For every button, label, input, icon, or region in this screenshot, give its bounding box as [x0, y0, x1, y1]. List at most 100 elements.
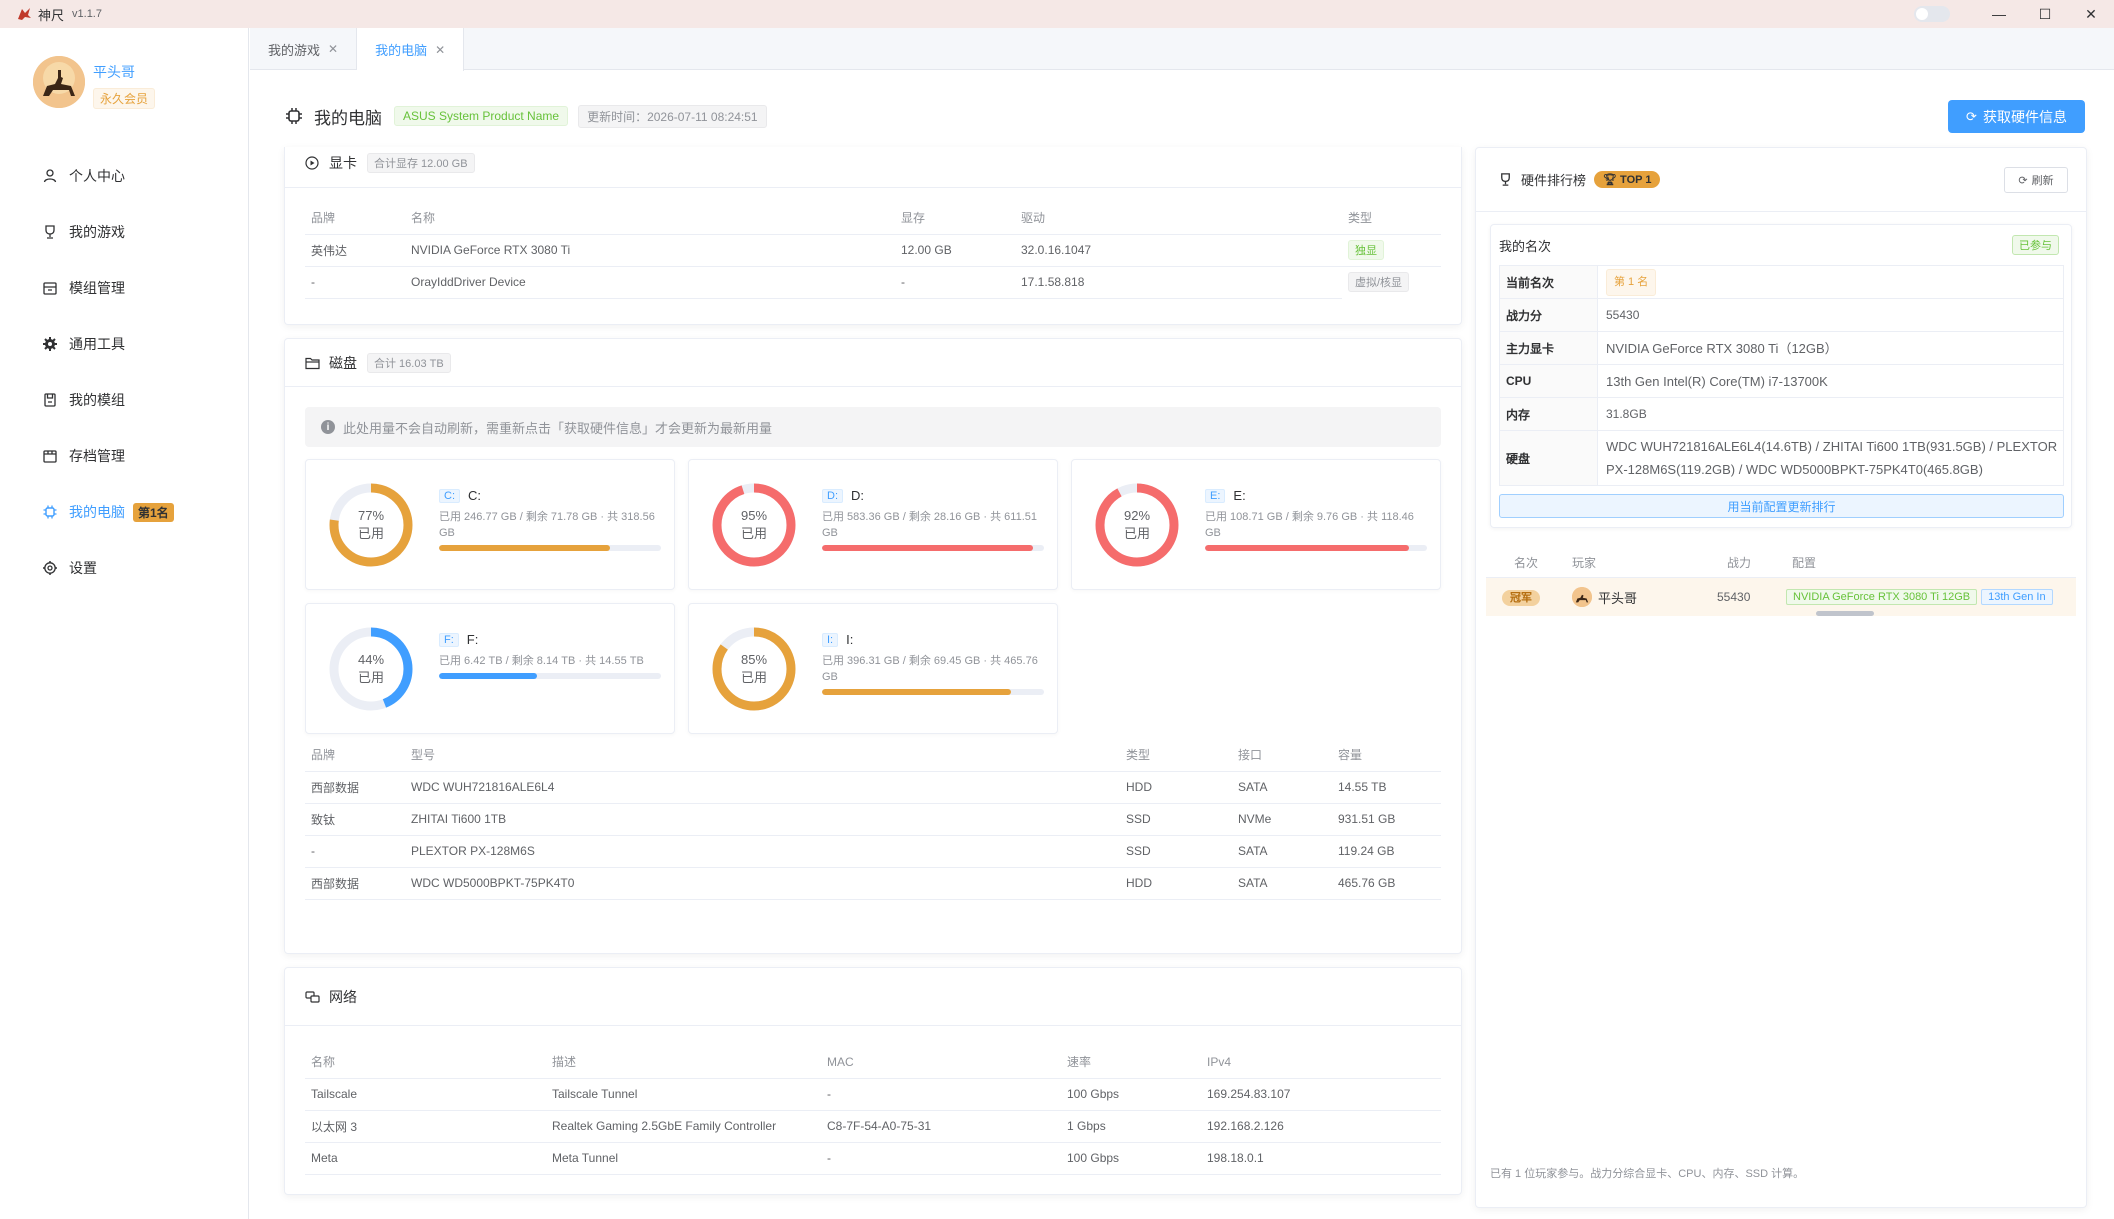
- network-icon: [305, 989, 321, 1005]
- close-window-button[interactable]: ✕: [2068, 0, 2114, 28]
- nic-ipv4: 192.168.2.126: [1201, 1110, 1441, 1143]
- nic-mac: C8-7F-54-A0-75-31: [821, 1110, 1061, 1143]
- archive-icon: [41, 447, 59, 465]
- network-table: 名称 描述 MAC 速率 IPv4 Tailscale Tailscale Tu…: [305, 1046, 1441, 1175]
- nic-name: Tailscale: [305, 1078, 546, 1111]
- drive-card: 95% 已用 D: D: 已用 583.36 GB / 剩余 28.16 GB ·…: [688, 459, 1058, 590]
- horizontal-scrollbar[interactable]: [1816, 611, 1874, 616]
- drive-card: 44% 已用 F: F: 已用 6.42 TB / 剩余 8.14 TB · 共 …: [305, 603, 675, 734]
- disk-capacity: 931.51 GB: [1332, 803, 1441, 836]
- user-profile[interactable]: 平头哥 永久会员: [33, 56, 156, 109]
- usage-bar: [1205, 545, 1427, 551]
- table-row: 战力分 55430: [1499, 298, 2064, 332]
- username[interactable]: 平头哥: [93, 62, 155, 82]
- config-gpu-tag: NVIDIA GeForce RTX 3080 Ti 12GB: [1786, 589, 1978, 605]
- nic-description: Realtek Gaming 2.5GbE Family Controller: [546, 1110, 821, 1143]
- sidebar-item-games[interactable]: 我的游戏: [0, 204, 249, 260]
- disk-brand: 西部数据: [305, 771, 405, 804]
- sidebar-item-mod-management[interactable]: 模组管理: [0, 260, 249, 316]
- usage-used-label: 已用: [740, 526, 767, 541]
- top-rank-label: TOP 1: [1620, 174, 1652, 186]
- drive-usage-text: 已用 6.42 TB / 剩余 8.14 TB · 共 14.55 TB: [439, 655, 644, 667]
- usage-notice: i 此处用量不会自动刷新，需重新点击「获取硬件信息」才会更新为最新用量: [305, 407, 1441, 447]
- page-title: 我的电脑: [314, 108, 382, 128]
- table-row: - PLEXTOR PX-128M6S SSD SATA 119.24 GB: [305, 835, 1441, 868]
- tab-my-computer[interactable]: 我的电脑 ✕: [357, 28, 465, 71]
- gpu-type-tag: 虚拟/核显: [1348, 272, 1410, 293]
- maximize-button[interactable]: ☐: [2022, 0, 2068, 28]
- disk-brand: -: [305, 835, 405, 868]
- leaderboard-row[interactable]: 冠军 平头哥 55430 NVIDIA GeForce RTX 3080 Ti …: [1486, 578, 2076, 616]
- table-row: CPU 13th Gen Intel(R) Core(TM) i7-13700K: [1499, 364, 2064, 398]
- disk-type: SSD: [1120, 803, 1232, 836]
- sidebar-item-my-computer[interactable]: 我的电脑 第1名: [0, 484, 249, 540]
- usage-bar-fill: [1205, 545, 1410, 551]
- sidebar-item-label: 通用工具: [69, 336, 125, 352]
- refresh-ranking-button[interactable]: ⟳ 刷新: [2004, 167, 2068, 193]
- disk-type: HDD: [1120, 771, 1232, 804]
- disk-capacity: 14.55 TB: [1332, 771, 1441, 804]
- sidebar-item-label: 我的游戏: [69, 224, 125, 240]
- cpu-value: 13th Gen Intel(R) Core(TM) i7-13700K: [1597, 364, 2064, 398]
- drive-card: 85% 已用 I: I: 已用 396.31 GB / 剩余 69.45 GB ·…: [688, 603, 1058, 734]
- close-icon[interactable]: ✕: [328, 42, 338, 56]
- rank-badge: 第1名: [133, 502, 174, 522]
- ranking-header: 硬件排行榜 🏆︎ TOP 1 ⟳ 刷新: [1476, 148, 2086, 212]
- usage-used-label: 已用: [740, 670, 767, 685]
- settings-icon: [41, 559, 59, 577]
- score-value: 55430: [1597, 298, 2064, 332]
- sidebar-item-saves[interactable]: 存档管理: [0, 428, 249, 484]
- info-icon: i: [321, 420, 335, 434]
- disk-interface: NVMe: [1232, 803, 1332, 836]
- sidebar: 平头哥 永久会员 个人中心 我的游戏 模组管理 通用工具 我的模组 存档管理 我…: [0, 28, 249, 1219]
- disk-card: 磁盘 合计 16.03 TB i 此处用量不会自动刷新，需重新点击「获取硬件信息…: [284, 338, 1462, 954]
- disks-value: WDC WUH721816ALE6L4(14.6TB) / ZHITAI Ti6…: [1597, 430, 2064, 486]
- my-rank-card: 我的名次 已参与 当前名次 第 1 名 战力分 55430 主力显卡 NVIDI…: [1490, 224, 2072, 528]
- sidebar-item-my-mods[interactable]: 我的模组: [0, 372, 249, 428]
- theme-toggle[interactable]: [1914, 6, 1950, 22]
- tab-bar: 我的游戏 ✕ 我的电脑 ✕: [250, 28, 2114, 71]
- sidebar-item-tools[interactable]: 通用工具: [0, 316, 249, 372]
- table-row: - OrayIddDriver Device - 17.1.58.818 虚拟/…: [305, 266, 1441, 299]
- gpu-icon: [305, 155, 321, 171]
- column-header: 类型: [1120, 739, 1232, 772]
- gpu-card-header: 显卡 合计显存 12.00 GB: [285, 151, 1461, 175]
- disk-capacity: 119.24 GB: [1332, 835, 1441, 868]
- close-icon[interactable]: ✕: [435, 43, 445, 57]
- package-icon: [41, 279, 59, 297]
- column-header: 容量: [1332, 739, 1441, 772]
- sidebar-item-settings[interactable]: 设置: [0, 540, 249, 596]
- tab-my-games[interactable]: 我的游戏 ✕: [250, 28, 358, 70]
- leaderboard-header: 名次 玩家 战力 配置: [1486, 548, 2076, 578]
- column-header: 名称: [405, 202, 895, 235]
- field-label: CPU: [1499, 364, 1598, 398]
- table-row: 英伟达 NVIDIA GeForce RTX 3080 Ti 12.00 GB …: [305, 234, 1441, 267]
- disk-model: ZHITAI Ti600 1TB: [405, 803, 1120, 836]
- fetch-hardware-button[interactable]: ⟳ 获取硬件信息: [1948, 100, 2085, 133]
- drive-letter: E:: [1205, 488, 1226, 503]
- tab-label: 我的电脑: [375, 43, 428, 58]
- player-score: 55430: [1717, 590, 1751, 604]
- my-rank-title: 我的名次: [1499, 238, 1552, 254]
- minimize-button[interactable]: —: [1976, 0, 2022, 28]
- field-label: 内存: [1499, 397, 1598, 431]
- nic-mac: -: [821, 1142, 1061, 1175]
- disk-model: WDC WUH721816ALE6L4: [405, 771, 1120, 804]
- leaderboard: 名次 玩家 战力 配置 冠军 平头哥 55430 NVIDIA GeForce …: [1486, 548, 2076, 616]
- gpu-vram: -: [895, 266, 1015, 299]
- avatar[interactable]: [33, 56, 85, 108]
- column-header: 类型: [1342, 202, 1441, 235]
- drive-name: D:: [851, 488, 864, 503]
- field-label: 主力显卡: [1499, 331, 1598, 365]
- table-row: 主力显卡 NVIDIA GeForce RTX 3080 Ti（12GB）: [1499, 331, 2064, 365]
- sidebar-item-label: 存档管理: [69, 448, 125, 464]
- disk-type: SSD: [1120, 835, 1232, 868]
- membership-tag: 永久会员: [93, 88, 156, 109]
- disk-model: WDC WD5000BPKT-75PK4T0: [405, 867, 1120, 900]
- my-rank-table: 当前名次 第 1 名 战力分 55430 主力显卡 NVIDIA GeForce…: [1499, 265, 2064, 486]
- update-ranking-button[interactable]: 用当前配置更新排行: [1499, 494, 2064, 518]
- drive-card: 77% 已用 C: C: 已用 246.77 GB / 剩余 71.78 GB ·…: [305, 459, 675, 590]
- sidebar-item-profile[interactable]: 个人中心: [0, 148, 249, 204]
- usage-used-label: 已用: [1123, 526, 1150, 541]
- nic-name: Meta: [305, 1142, 546, 1175]
